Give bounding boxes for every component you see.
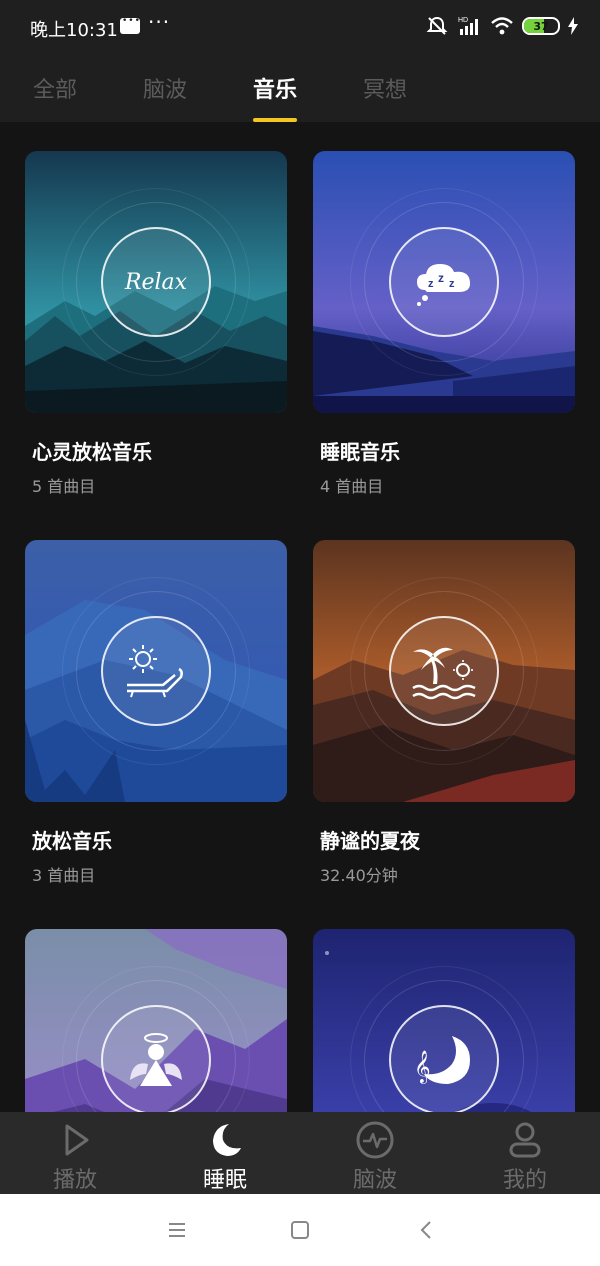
tab-indicator [253, 118, 297, 122]
playlist-card-relax-music[interactable] [25, 540, 287, 802]
playlist-card-quiet-summer-night[interactable] [313, 540, 575, 802]
user-icon [509, 1122, 541, 1158]
nav-play[interactable]: 播放 [0, 1112, 150, 1194]
svg-text:z: z [449, 278, 455, 290]
nav-brainwave[interactable]: 脑波 [300, 1112, 450, 1194]
status-time: 晚上10:31 [30, 20, 118, 41]
playlist-card-sleep-music[interactable]: z z z [313, 151, 575, 413]
angel-icon [101, 1005, 211, 1115]
card-title: 心灵放松音乐 [32, 440, 152, 464]
play-icon [65, 1124, 89, 1156]
battery-icon: 37 [522, 17, 560, 35]
category-tabs: 全部 脑波 音乐 冥想 [0, 56, 600, 122]
tab-meditation[interactable]: 冥想 [363, 72, 407, 104]
zzz-cloud-icon: z z z [389, 227, 499, 337]
svg-text:z: z [438, 271, 444, 285]
system-navigation-bar [0, 1194, 600, 1266]
svg-text:𝄞: 𝄞 [414, 1050, 431, 1084]
mute-alarm-icon [426, 16, 448, 35]
playlist-card-relax-mind[interactable]: Relax [25, 151, 287, 413]
svg-text:HD: HD [458, 17, 468, 24]
card-subtitle: 4 首曲目 [320, 477, 384, 496]
nav-label: 播放 [52, 1168, 97, 1193]
back-icon[interactable] [415, 1218, 439, 1242]
bottom-navigation: 播放 睡眠 脑波 我的 [0, 1112, 600, 1194]
more-notifications-icon: ··· [148, 10, 171, 34]
moon-music-icon: 𝄞 [389, 1005, 499, 1115]
palm-tree-icon [389, 616, 499, 726]
moon-icon [213, 1124, 241, 1156]
svg-text:z: z [428, 278, 434, 290]
card-title: 放松音乐 [32, 829, 112, 853]
nav-mine[interactable]: 我的 [450, 1112, 600, 1194]
card-subtitle: 5 首曲目 [32, 477, 96, 496]
status-icons: HD 37 [426, 14, 578, 38]
home-icon[interactable] [288, 1218, 312, 1242]
sun-lounger-icon [101, 616, 211, 726]
signal-icon: HD [458, 17, 478, 35]
card-subtitle: 32.40分钟 [320, 866, 398, 885]
tab-music[interactable]: 音乐 [253, 72, 297, 104]
card-title: 静谧的夏夜 [320, 829, 420, 853]
tab-brainwave[interactable]: 脑波 [143, 72, 187, 104]
card-subtitle: 3 首曲目 [32, 866, 96, 885]
relax-logo-text: Relax [124, 269, 188, 295]
nav-label: 我的 [502, 1168, 547, 1193]
nav-label: 脑波 [352, 1168, 397, 1193]
wifi-icon [491, 17, 513, 35]
relax-text-icon: Relax [101, 227, 211, 337]
battery-level: 37 [533, 19, 549, 33]
nav-label: 睡眠 [202, 1168, 247, 1193]
pulse-icon [356, 1121, 394, 1159]
menu-icon[interactable] [165, 1218, 189, 1242]
card-title: 睡眠音乐 [320, 440, 400, 464]
tab-all[interactable]: 全部 [33, 72, 77, 104]
status-bar: 晚上10:31 ··· HD 37 [0, 0, 600, 56]
nav-sleep[interactable]: 睡眠 [150, 1112, 300, 1194]
message-icon [120, 16, 141, 34]
charging-icon [568, 17, 578, 35]
